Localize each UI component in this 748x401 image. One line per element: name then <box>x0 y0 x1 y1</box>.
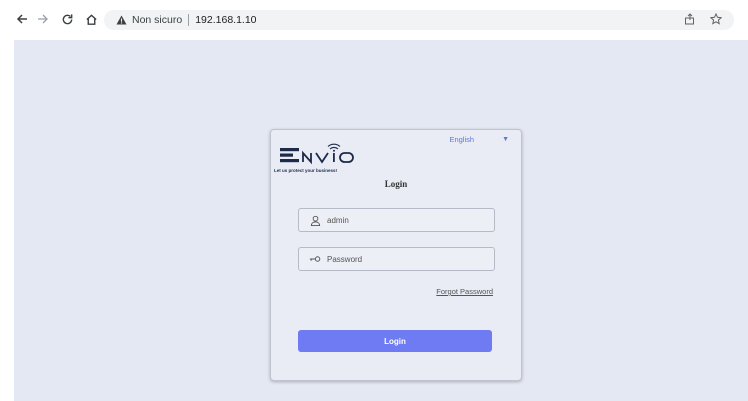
login-button[interactable]: Login <box>298 330 492 352</box>
share-icon[interactable] <box>684 13 696 28</box>
forgot-password-link[interactable]: Forgot Password <box>436 287 493 296</box>
language-label: English <box>449 135 475 144</box>
caret-down-icon: ▼ <box>502 136 509 143</box>
brand-tagline: Let us protect your business! <box>274 168 338 173</box>
browser-toolbar: Non sicuro 192.168.1.10 <box>0 0 748 38</box>
key-icon <box>306 255 324 263</box>
url-text[interactable]: 192.168.1.10 <box>195 14 256 26</box>
language-select[interactable]: English ▼ <box>449 135 509 144</box>
page-viewport: English ▼ Let us protect your business! … <box>14 40 748 401</box>
security-indicator[interactable]: Non sicuro <box>116 14 182 26</box>
security-label: Non sicuro <box>132 14 183 26</box>
login-card: English ▼ Let us protect your business! … <box>270 129 522 381</box>
password-field[interactable] <box>298 247 495 271</box>
warning-icon <box>116 15 127 25</box>
bookmark-star-icon[interactable] <box>709 12 723 28</box>
user-icon <box>306 215 324 226</box>
password-input[interactable] <box>324 254 477 264</box>
address-bar[interactable]: Non sicuro 192.168.1.10 <box>104 10 734 30</box>
back-arrow-icon[interactable] <box>13 10 31 28</box>
home-icon[interactable] <box>82 10 100 28</box>
login-title: Login <box>384 179 408 189</box>
username-input[interactable] <box>324 215 477 225</box>
reload-icon[interactable] <box>58 10 76 28</box>
forward-arrow-icon[interactable] <box>34 10 52 28</box>
omnibox-divider <box>188 14 190 26</box>
username-field[interactable] <box>298 208 495 232</box>
